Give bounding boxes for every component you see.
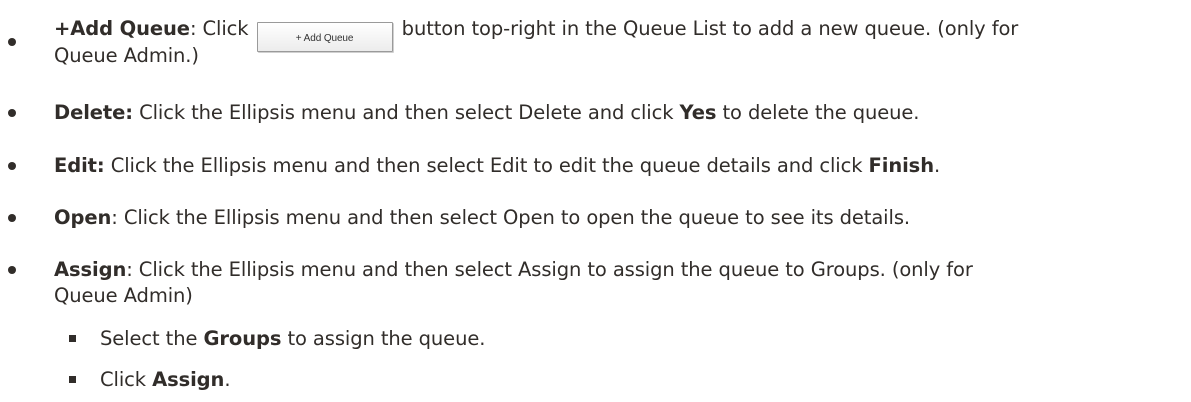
list-item-open: Open: Click the Ellipsis menu and then s… [54,205,1151,230]
item-title: Delete: [54,101,133,124]
sub-list-item-click-assign: Click Assign. [100,367,1151,392]
sub-list-item-select-groups: Select the Groups to assign the queue. [100,326,1151,351]
sub-item-emphasis: Groups [203,327,282,350]
item-title: Edit: [54,154,105,177]
bullet-icon [8,266,16,274]
item-text: : Click [189,17,255,40]
item-text: : Click the Ellipsis menu and then selec… [111,206,910,229]
item-emphasis: Finish [868,154,935,177]
document-body: +Add Queue: Click + Add Queue button top… [0,0,1191,402]
item-title: Assign [54,258,127,281]
square-bullet-icon [69,376,76,383]
item-title: Open [54,206,112,229]
bullet-icon [8,162,16,170]
list-item-edit: Edit: Click the Ellipsis menu and then s… [54,153,1151,178]
item-text: button top-right in the Queue List to ad… [395,17,1019,40]
item-text: . [933,154,941,177]
sub-item-text: to assign the queue. [281,327,486,350]
sub-item-text: Select the [100,327,204,350]
sub-item-text: . [224,368,231,391]
item-text: Click the Ellipsis menu and then select … [132,101,680,124]
sub-item-emphasis: Assign [152,368,225,391]
list-item-add-queue-continued: Queue Admin.) [54,43,1151,68]
bullet-icon [8,38,16,46]
item-emphasis: Yes [679,101,717,124]
item-text: Queue Admin) [54,284,193,307]
square-bullet-icon [69,335,76,342]
sub-item-text: Click [100,368,153,391]
list-item-delete: Delete: Click the Ellipsis menu and then… [54,100,1151,125]
bullet-icon [8,109,16,117]
list-item-assign-continued: Queue Admin) [54,283,1151,308]
list-item-assign: Assign: Click the Ellipsis menu and then… [54,257,1151,282]
item-text: to delete the queue. [716,101,920,124]
item-text: : Click the Ellipsis menu and then selec… [126,258,973,281]
bullet-icon [8,214,16,222]
item-text: Click the Ellipsis menu and then select … [104,154,869,177]
item-text: Queue Admin.) [54,44,199,67]
item-title: +Add Queue [54,17,190,40]
